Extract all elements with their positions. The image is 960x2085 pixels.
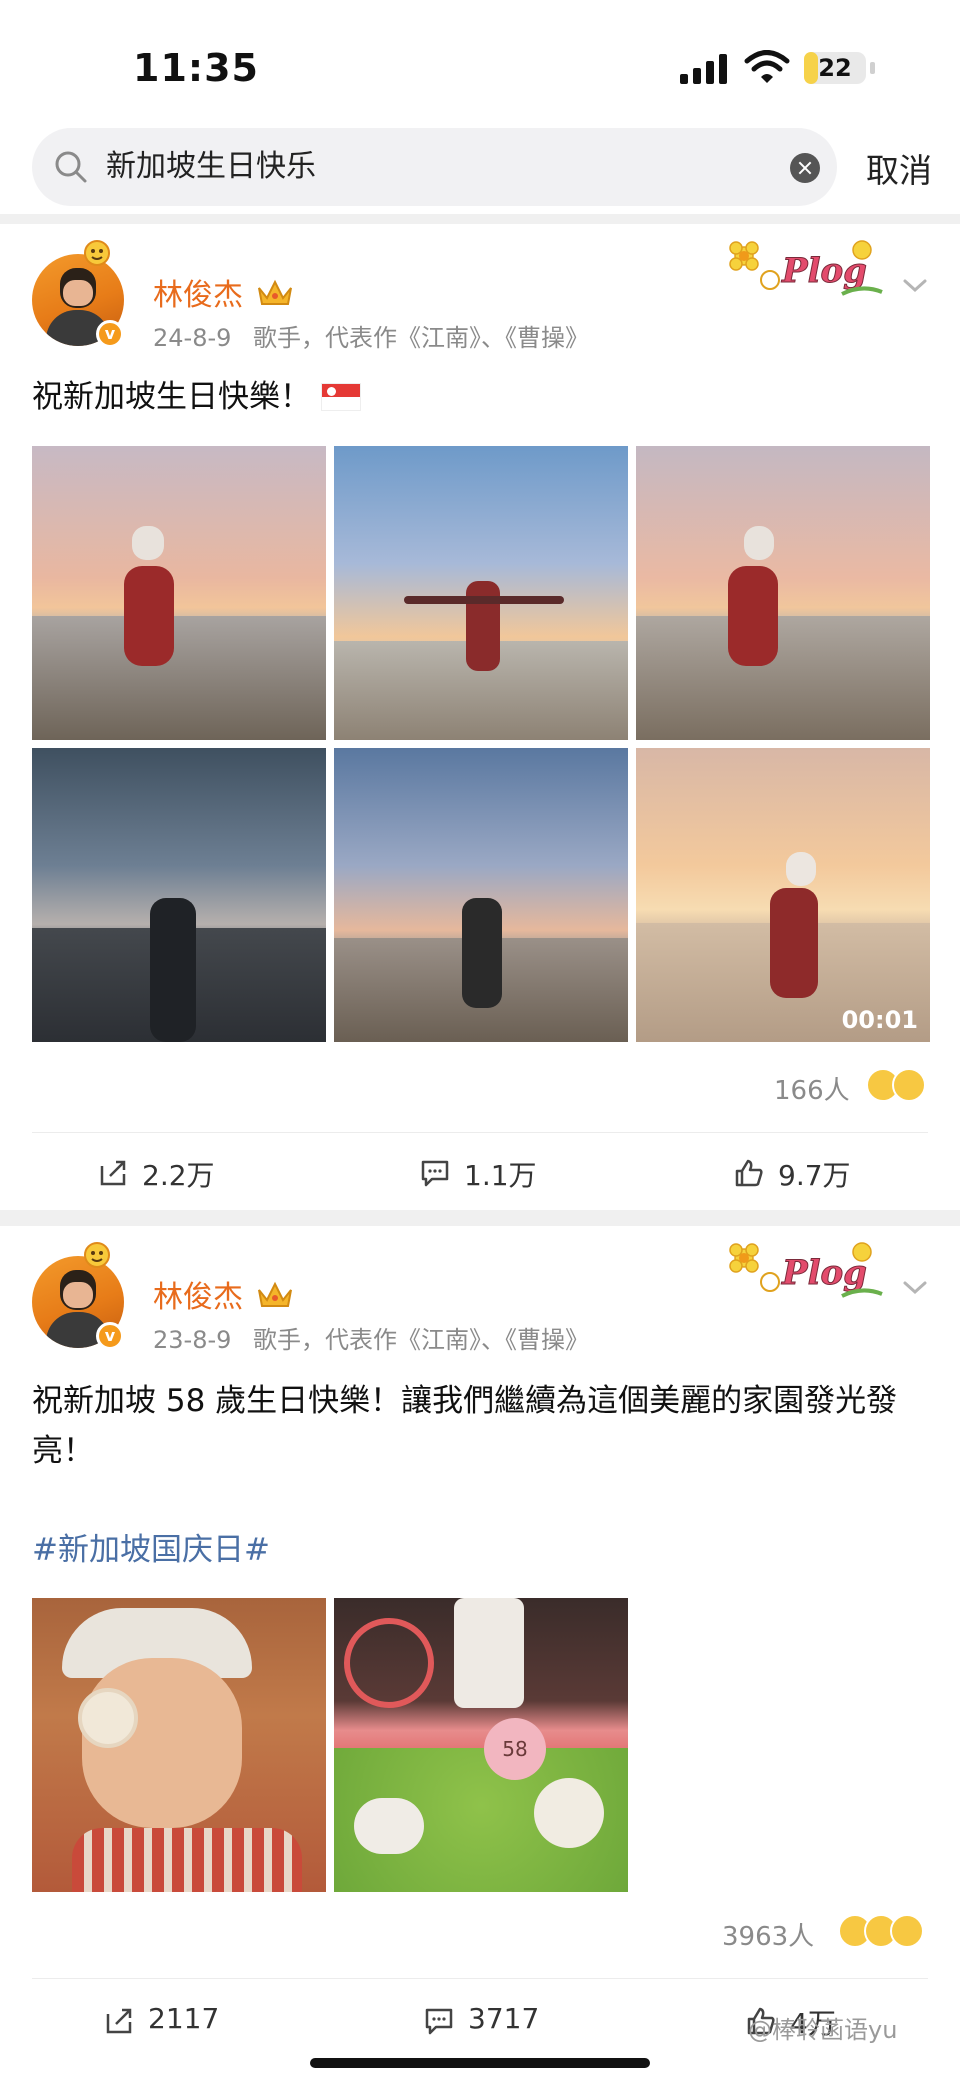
photo-macaron bbox=[78, 1688, 138, 1748]
section-divider bbox=[0, 1210, 960, 1226]
post-photo[interactable] bbox=[32, 446, 326, 740]
photo-person bbox=[150, 898, 196, 1042]
search-icon bbox=[55, 151, 87, 183]
photo-person-head bbox=[786, 852, 816, 886]
post-photo[interactable] bbox=[334, 446, 628, 740]
cellular-signal-icon bbox=[680, 54, 727, 84]
share-icon bbox=[106, 2008, 132, 2034]
plog-sticker-icon: Plog bbox=[729, 240, 883, 296]
post-text: 祝新加坡 58 歲生日快樂！讓我們繼續為這個美麗的家園發光發亮！ bbox=[32, 1383, 898, 1469]
author-bio: 歌手，代表作《江南》、《曹操》 bbox=[253, 324, 590, 352]
reaction-count[interactable]: 166人 bbox=[774, 1070, 850, 1107]
like-count: 9.7万 bbox=[778, 1159, 851, 1192]
search-field[interactable]: 新加坡生日快乐 bbox=[32, 128, 837, 206]
search-input[interactable]: 新加坡生日快乐 bbox=[106, 128, 746, 206]
photo-person-arms bbox=[404, 596, 564, 604]
post-date: 24-8-9 bbox=[153, 324, 232, 352]
photo-merlion bbox=[454, 1598, 524, 1708]
photo-meringue bbox=[354, 1798, 424, 1854]
post-author-name[interactable]: 林俊杰 bbox=[153, 270, 243, 314]
post-card: v 林俊杰 24-8-9 歌手，代表作《江南》、《曹操》 Plog 祝新加坡生日… bbox=[0, 224, 960, 1210]
comment-icon bbox=[421, 1160, 449, 1187]
home-indicator[interactable] bbox=[310, 2058, 650, 2068]
avatar-face bbox=[63, 1282, 93, 1308]
verified-badge-icon: v bbox=[96, 1322, 124, 1350]
post-author-name[interactable]: 林俊杰 bbox=[153, 1272, 243, 1316]
avatar-decoration-icon bbox=[80, 1240, 114, 1270]
cake-number: 58 bbox=[484, 1718, 546, 1780]
avatar-face bbox=[63, 280, 93, 306]
post-date: 23-8-9 bbox=[153, 1326, 232, 1354]
action-divider bbox=[32, 1978, 928, 1979]
photo-person bbox=[124, 566, 174, 666]
post-meta: 23-8-9 歌手，代表作《江南》、《曹操》 bbox=[153, 1320, 589, 1355]
wifi-icon bbox=[744, 50, 790, 83]
battery-indicator: 22 bbox=[804, 52, 866, 84]
chevron-down-icon[interactable] bbox=[900, 276, 930, 296]
comment-count: 3717 bbox=[468, 2002, 540, 2035]
share-icon bbox=[100, 1160, 126, 1186]
chevron-down-icon[interactable] bbox=[900, 1278, 930, 1298]
plog-sticker-icon: Plog bbox=[729, 1242, 883, 1298]
status-bar: 11:35 22 bbox=[0, 0, 960, 120]
photo-person bbox=[728, 566, 778, 666]
photo-person bbox=[770, 888, 818, 998]
photo-person bbox=[462, 898, 502, 1008]
post-photo[interactable]: 00:01 bbox=[636, 748, 930, 1042]
post-photo[interactable] bbox=[32, 1598, 326, 1892]
clear-search-button[interactable] bbox=[790, 153, 820, 183]
grin-emoji-icon bbox=[892, 1068, 926, 1102]
post-meta: 24-8-9 歌手，代表作《江南》、《曹操》 bbox=[153, 318, 589, 353]
verified-badge-icon: v bbox=[96, 320, 124, 348]
section-divider bbox=[0, 214, 960, 224]
comment-count: 1.1万 bbox=[464, 1159, 537, 1192]
battery-percentage: 22 bbox=[818, 54, 852, 82]
photo-ferris-wheel bbox=[344, 1618, 434, 1708]
thumbs-up-icon bbox=[735, 1159, 763, 1187]
share-count: 2117 bbox=[148, 2002, 220, 2035]
photo-macaron bbox=[534, 1778, 604, 1848]
surprised-emoji-icon bbox=[890, 1914, 924, 1948]
search-bar: 新加坡生日快乐 取消 bbox=[0, 122, 960, 212]
photo-sea bbox=[32, 616, 326, 740]
post-photo[interactable] bbox=[32, 748, 326, 1042]
post-photo[interactable] bbox=[636, 446, 930, 740]
photo-sea bbox=[636, 616, 930, 740]
svg-text:Plog: Plog bbox=[781, 1253, 867, 1293]
crown-badge-icon bbox=[258, 279, 292, 305]
post-photo[interactable] bbox=[334, 748, 628, 1042]
crown-badge-icon bbox=[258, 1281, 292, 1307]
battery-tip bbox=[870, 62, 875, 74]
share-count: 2.2万 bbox=[142, 1159, 215, 1192]
avatar-decoration-icon bbox=[80, 238, 114, 268]
post-text: 祝新加坡生日快樂！ bbox=[32, 372, 932, 422]
cancel-button[interactable]: 取消 bbox=[866, 144, 932, 192]
photo-person-head bbox=[744, 526, 774, 560]
status-time: 11:35 bbox=[133, 46, 259, 90]
watermark: @棒聆菡语yu bbox=[748, 2016, 898, 2044]
photo-person-head bbox=[132, 526, 164, 560]
comment-icon bbox=[425, 2008, 453, 2035]
author-bio: 歌手，代表作《江南》、《曹操》 bbox=[253, 1326, 590, 1354]
hashtag-link[interactable]: #新加坡国庆日# bbox=[32, 1524, 270, 1569]
reaction-count[interactable]: 3963人 bbox=[722, 1916, 814, 1953]
post-photo[interactable]: 58 bbox=[334, 1598, 628, 1892]
post-card: v 林俊杰 23-8-9 歌手，代表作《江南》、《曹操》 Plog 祝新加坡 5… bbox=[0, 1226, 960, 2056]
svg-text:Plog: Plog bbox=[781, 251, 867, 291]
singapore-flag-icon bbox=[321, 383, 361, 411]
video-duration: 00:01 bbox=[841, 1006, 918, 1034]
action-divider bbox=[32, 1132, 928, 1133]
photo-person bbox=[466, 581, 500, 671]
photo-shirt bbox=[72, 1828, 302, 1892]
post-text-content: 祝新加坡生日快樂！ bbox=[32, 379, 311, 415]
